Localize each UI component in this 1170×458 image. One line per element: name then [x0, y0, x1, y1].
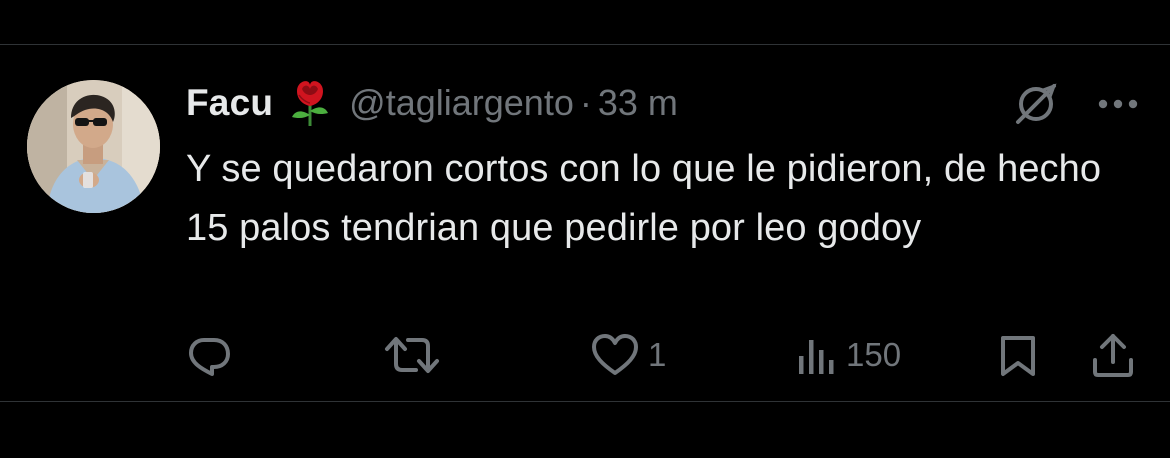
rose-icon — [289, 79, 331, 127]
separator-dot: · — [579, 82, 592, 123]
bottom-divider — [0, 401, 1170, 402]
retweet-button[interactable] — [384, 330, 448, 380]
avatar[interactable] — [27, 80, 160, 213]
more-icon[interactable] — [1096, 90, 1140, 118]
author-handle[interactable]: @tagliargento — [349, 82, 574, 124]
views-button[interactable]: 150 — [796, 330, 901, 380]
retweet-icon — [385, 337, 439, 373]
author-name[interactable]: Facu — [186, 82, 273, 124]
bookmark-button[interactable] — [996, 330, 1040, 380]
share-icon — [1093, 334, 1133, 377]
top-divider — [0, 44, 1170, 45]
avatar-photo — [27, 80, 160, 213]
grok-icon[interactable] — [1014, 82, 1058, 126]
views-icon — [799, 340, 834, 374]
bookmark-icon — [1001, 336, 1035, 376]
reply-icon — [189, 338, 230, 376]
tweet-header: Facu @tagliargento · 33 m — [186, 78, 678, 128]
share-button[interactable] — [1090, 330, 1136, 380]
action-bar: 1 150 — [0, 330, 1170, 380]
timestamp[interactable]: 33 m — [598, 82, 678, 124]
like-button[interactable]: 1 — [590, 330, 666, 380]
like-count: 1 — [648, 336, 667, 373]
views-count: 150 — [846, 336, 902, 373]
heart-icon — [592, 334, 638, 375]
reply-button[interactable] — [186, 330, 240, 380]
tweet-text: Y se quedaron cortos con lo que le pidie… — [186, 148, 1102, 249]
